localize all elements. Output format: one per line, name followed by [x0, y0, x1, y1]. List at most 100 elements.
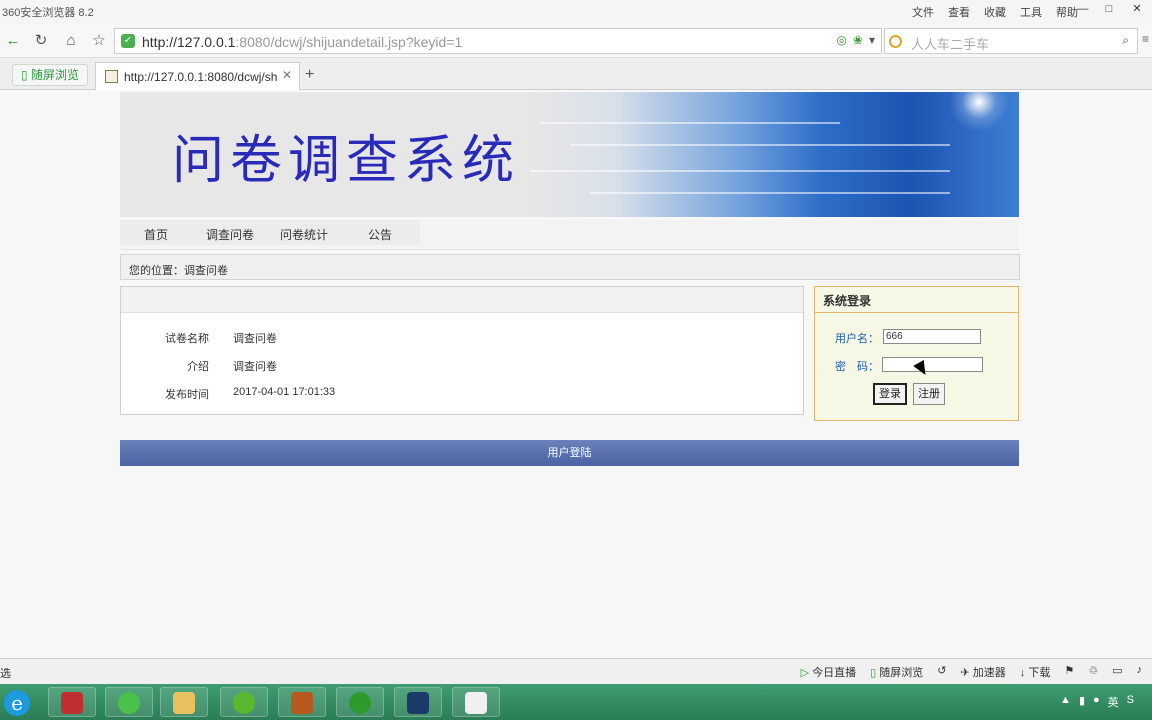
side-browse-tab[interactable]: ▯ 随屏浏览	[12, 64, 88, 86]
detail-label: 发布时间	[165, 389, 209, 401]
status-items: ▷ 今日直播 ▯ 随屏浏览 ↺ ✈ 加速器 ↓ 下载 ⚑ ♲ ▭ ♪	[801, 664, 1142, 680]
tray-arrow-icon[interactable]: ▲	[1060, 694, 1071, 710]
detail-value: 调查问卷	[233, 333, 277, 345]
username-label: 用户名：	[835, 333, 879, 345]
ie-icon: e	[4, 690, 30, 716]
minimize-icon[interactable]: —	[1070, 0, 1096, 20]
close-icon[interactable]: ✕	[1122, 0, 1152, 20]
eight-icon	[407, 692, 429, 714]
site-banner: 问卷调查系统	[120, 92, 1019, 217]
app-title: 360安全浏览器 8.2	[2, 7, 94, 19]
side-browse-label: 随屏浏览	[30, 68, 79, 82]
browser-titlebar: 360安全浏览器 8.2 文件 查看 收藏 工具 帮助 — □ ✕	[0, 0, 1152, 24]
taskbar-app-dreamweaver[interactable]	[220, 687, 268, 717]
menu-item-tools[interactable]: 工具	[1020, 4, 1042, 20]
star-icon[interactable]: ☆	[88, 30, 110, 52]
taskbar-app-paw[interactable]	[336, 687, 384, 717]
taskbar-app-book[interactable]	[278, 687, 326, 717]
os-taskbar: e ▲ ▮ ● 英 S	[0, 684, 1152, 720]
browser-menu: 文件 查看 收藏 工具 帮助	[898, 4, 1078, 20]
search-box[interactable]: 人人车二手车 ⌕	[884, 28, 1138, 54]
breadcrumb-text: 您的位置：调查问卷	[129, 265, 228, 277]
browser-360-icon	[118, 692, 140, 714]
survey-detail-panel: 试卷名称 调查问卷 介绍 调查问卷 发布时间 2017-04-01 17:01:…	[120, 286, 804, 415]
refresh-green-icon[interactable]: ◎	[836, 33, 846, 47]
login-button[interactable]: 登录	[873, 383, 907, 405]
tray-lang[interactable]: 英	[1108, 694, 1119, 710]
refresh-icon[interactable]: ↻	[30, 30, 52, 52]
menu-item-view[interactable]: 查看	[948, 4, 970, 20]
address-bar[interactable]: ✓ http://127.0.0.1:8080/dcwj/shijuandeta…	[114, 28, 882, 54]
live-label: 今日直播	[812, 667, 857, 679]
nav-item-home[interactable]: 首页	[144, 226, 168, 243]
taskbar-app-eight[interactable]	[394, 687, 442, 717]
search-icon[interactable]: ⌕	[1122, 33, 1129, 48]
system-tray: ▲ ▮ ● 英 S	[1060, 694, 1134, 710]
password-label: 密 码：	[835, 361, 879, 373]
notepad-icon	[61, 692, 83, 714]
password-input[interactable]	[882, 357, 983, 372]
accelerator-label: 加速器	[972, 667, 1006, 679]
detail-row: 试卷名称 调查问卷	[121, 330, 805, 350]
paw-icon	[349, 692, 371, 714]
ie-start-button[interactable]: e	[0, 686, 34, 718]
taskbar-app-360browser[interactable]	[105, 687, 153, 717]
register-button[interactable]: 注册	[913, 383, 945, 405]
tray-network-icon[interactable]: ▮	[1079, 694, 1085, 710]
menu-icon[interactable]: ≡	[1142, 32, 1149, 46]
page-favicon-icon	[105, 70, 118, 83]
nav-item-statistics[interactable]: 问卷统计	[280, 226, 328, 243]
download-button[interactable]: ↓ 下载	[1020, 664, 1051, 680]
nav-item-survey[interactable]: 调查问卷	[206, 226, 254, 243]
volume-icon[interactable]: ♪	[1137, 664, 1143, 680]
url-text[interactable]: http://127.0.0.1:8080/dcwj/shijuandetail…	[142, 34, 462, 50]
url-host: http://127.0.0.1	[142, 34, 236, 50]
cleanup-icon[interactable]: ♲	[1088, 664, 1098, 680]
username-input[interactable]	[883, 329, 981, 344]
taskbar-app-notepad[interactable]	[48, 687, 96, 717]
banner-glow	[949, 92, 1009, 132]
flag-icon[interactable]: ⚑	[1064, 664, 1074, 680]
shield-icon: ✓	[121, 34, 135, 48]
breadcrumb: 您的位置：调查问卷	[120, 254, 1020, 280]
new-tab-icon[interactable]: +	[305, 66, 314, 84]
page-content: 问卷调查系统 首页 调查问卷 问卷统计 公告 您的位置：调查问卷 试卷名称 调查…	[0, 90, 1152, 658]
login-panel: 系统登录 用户名： 密 码： 登录 注册	[814, 286, 1019, 421]
side-browse-button[interactable]: ▯ 随屏浏览	[870, 664, 923, 680]
maximize-icon[interactable]: □	[1096, 0, 1122, 20]
history-icon[interactable]: ↺	[937, 664, 946, 680]
address-bar-icons: ◎ ❀ ▾	[836, 33, 875, 47]
menu-item-favorites[interactable]: 收藏	[984, 4, 1006, 20]
back-icon[interactable]: ←	[2, 30, 24, 52]
detail-panel-header	[121, 287, 803, 313]
home-icon[interactable]: ⌂	[60, 30, 82, 52]
browser-statusbar: 选 ▷ 今日直播 ▯ 随屏浏览 ↺ ✈ 加速器 ↓ 下载 ⚑ ♲ ▭ ♪	[0, 658, 1152, 684]
folder-icon	[173, 692, 195, 714]
download-label: 下载	[1028, 667, 1051, 679]
nav-item-notice[interactable]: 公告	[368, 226, 392, 243]
menu-item-file[interactable]: 文件	[912, 4, 934, 20]
taskbar-app-java[interactable]	[452, 687, 500, 717]
search-input[interactable]: 人人车二手车	[911, 34, 989, 53]
tab-active[interactable]: http://127.0.0.1:8080/dcwj/sh ✕	[95, 62, 300, 90]
login-title: 系统登录	[815, 287, 1018, 313]
url-path: :8080/dcwj/shijuandetail.jsp?keyid=1	[235, 34, 463, 50]
live-button[interactable]: ▷ 今日直播	[801, 664, 857, 680]
side-browse-status-label: 随屏浏览	[879, 667, 924, 679]
detail-value: 调查问卷	[233, 361, 277, 373]
window-icon[interactable]: ▭	[1112, 664, 1122, 680]
tray-sogou-icon[interactable]: S	[1127, 694, 1134, 710]
tray-qq-icon[interactable]: ●	[1093, 694, 1100, 710]
accelerator-button[interactable]: ✈ 加速器	[961, 664, 1006, 680]
tab-bar: ▯ 随屏浏览 http://127.0.0.1:8080/dcwj/sh ✕ +	[0, 58, 1152, 90]
detail-row: 介绍 调查问卷	[121, 358, 805, 378]
editor-icon	[233, 692, 255, 714]
search-engine-icon	[889, 35, 902, 48]
taskbar-app-explorer[interactable]	[160, 687, 208, 717]
chevron-down-icon[interactable]: ▾	[869, 33, 875, 47]
tab-title: http://127.0.0.1:8080/dcwj/sh	[124, 70, 278, 84]
leaf-icon[interactable]: ❀	[853, 33, 863, 47]
java-icon	[465, 692, 487, 714]
page-footer: 用户登陆	[120, 440, 1019, 466]
tab-close-icon[interactable]: ✕	[282, 68, 292, 82]
